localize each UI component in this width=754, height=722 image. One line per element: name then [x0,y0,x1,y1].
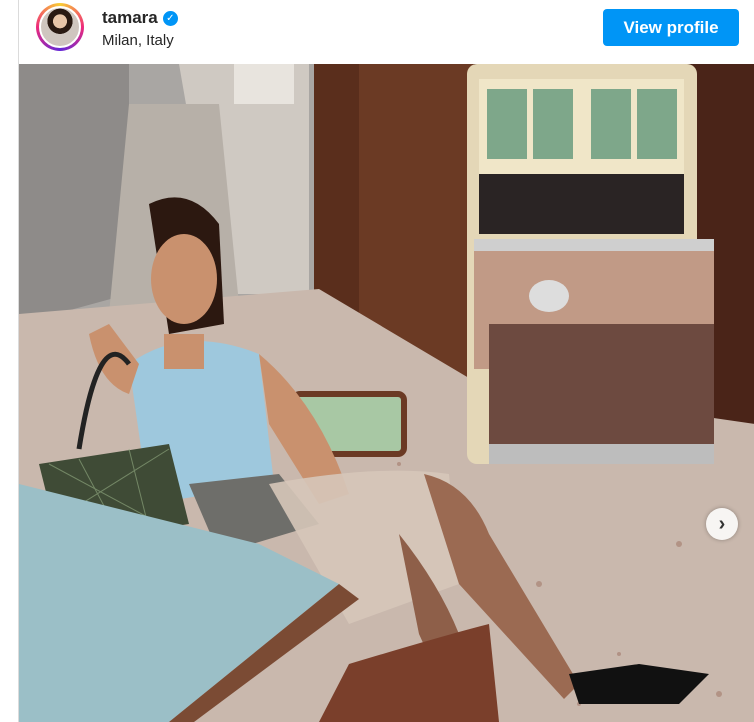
post-photo[interactable]: › [19,64,754,722]
location[interactable]: Milan, Italy [102,32,174,49]
view-profile-button[interactable]: View profile [603,9,739,46]
chevron-right-icon: › [718,512,726,535]
username[interactable]: tamara [102,8,158,28]
username-row: tamara ✓ [102,8,178,28]
avatar-image [39,6,81,48]
instagram-embed: tamara ✓ Milan, Italy View profile › [18,0,754,722]
post-header: tamara ✓ Milan, Italy View profile [19,0,754,64]
avatar[interactable] [36,3,84,51]
verified-badge-icon: ✓ [162,10,178,26]
photo-illustration [19,64,754,722]
next-image-button[interactable]: › [706,508,738,540]
